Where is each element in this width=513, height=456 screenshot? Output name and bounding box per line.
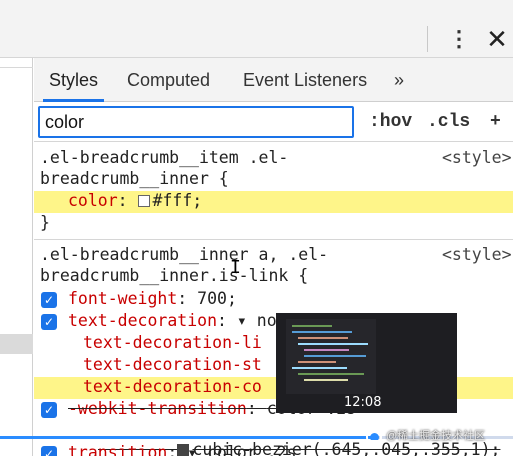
video-frame (286, 319, 376, 394)
property-value[interactable]: #fff (153, 191, 193, 210)
property-value[interactable]: 700; (197, 289, 237, 308)
more-tabs-icon[interactable]: » (394, 58, 404, 102)
property-name: text-decoration-st (83, 355, 262, 374)
cls-button[interactable]: .cls (427, 106, 470, 138)
styles-filter-bar: :hov .cls + (34, 102, 513, 142)
site-logo-icon (366, 428, 382, 442)
color-swatch[interactable] (137, 195, 150, 207)
rule-selector[interactable]: .el-breadcrumb__inner a, .el- (40, 245, 328, 264)
tab-event-listeners[interactable]: Event Listeners (243, 58, 367, 102)
rule-selector[interactable]: .el-breadcrumb__item .el- (40, 148, 288, 167)
more-options-icon[interactable]: ⋮ (448, 24, 470, 54)
property-checkbox[interactable]: ✓ (41, 292, 57, 308)
pane-divider (0, 67, 33, 68)
property-name[interactable]: color (68, 191, 118, 210)
watermark-text: @稀土掘金技术社区 (386, 430, 486, 442)
property-name: text-decoration-co (83, 377, 262, 396)
style-rule: .el-breadcrumb__item .el- <style> breadc… (34, 143, 513, 239)
toolbar-separator (427, 26, 428, 52)
property-value[interactable]: ▾ color .2s (187, 443, 296, 456)
property-checkbox[interactable]: ✓ (41, 314, 57, 330)
rule-selector[interactable]: breadcrumb__inner { (40, 169, 229, 188)
hov-button[interactable]: :hov (369, 106, 412, 138)
text-cursor-icon: I (230, 257, 241, 278)
property-checkbox[interactable]: ✓ (41, 402, 57, 418)
elements-pane[interactable] (0, 58, 33, 456)
property-name[interactable]: text-decoration (68, 311, 217, 330)
rule-selector[interactable]: breadcrumb__inner.is-link { (40, 266, 308, 285)
property-row[interactable]: ✓ font-weight: 700; (34, 289, 513, 311)
selected-node-row[interactable] (0, 334, 33, 354)
rule-source-link[interactable]: <style> (442, 148, 512, 167)
devtools-topbar: ⋮ ✕ (0, 0, 513, 58)
property-name[interactable]: transition (68, 443, 167, 456)
filter-input[interactable] (38, 106, 354, 138)
property-checkbox[interactable]: ✓ (41, 446, 57, 456)
close-icon[interactable]: ✕ (484, 24, 510, 54)
add-rule-button[interactable]: + (490, 106, 501, 138)
property-row[interactable]: color: #fff; (34, 191, 513, 213)
video-timestamp: 12:08 (344, 395, 382, 410)
sidebar-tabs: Styles Computed Event Listeners » (34, 58, 513, 102)
property-name[interactable]: font-weight (68, 289, 177, 308)
property-name: text-decoration-li (83, 333, 262, 352)
property-value[interactable]: ▾ no (237, 311, 277, 330)
rule-close-brace: } (40, 213, 50, 232)
rule-source-link[interactable]: <style> (442, 245, 512, 264)
tab-computed[interactable]: Computed (127, 58, 210, 102)
video-progress-fill (0, 436, 375, 439)
watermark: @稀土掘金技术社区 (366, 424, 485, 448)
property-name[interactable]: -webkit-transition (68, 399, 247, 418)
tab-styles[interactable]: Styles (42, 58, 105, 102)
video-preview-thumbnail[interactable]: 12:08 (276, 313, 457, 413)
